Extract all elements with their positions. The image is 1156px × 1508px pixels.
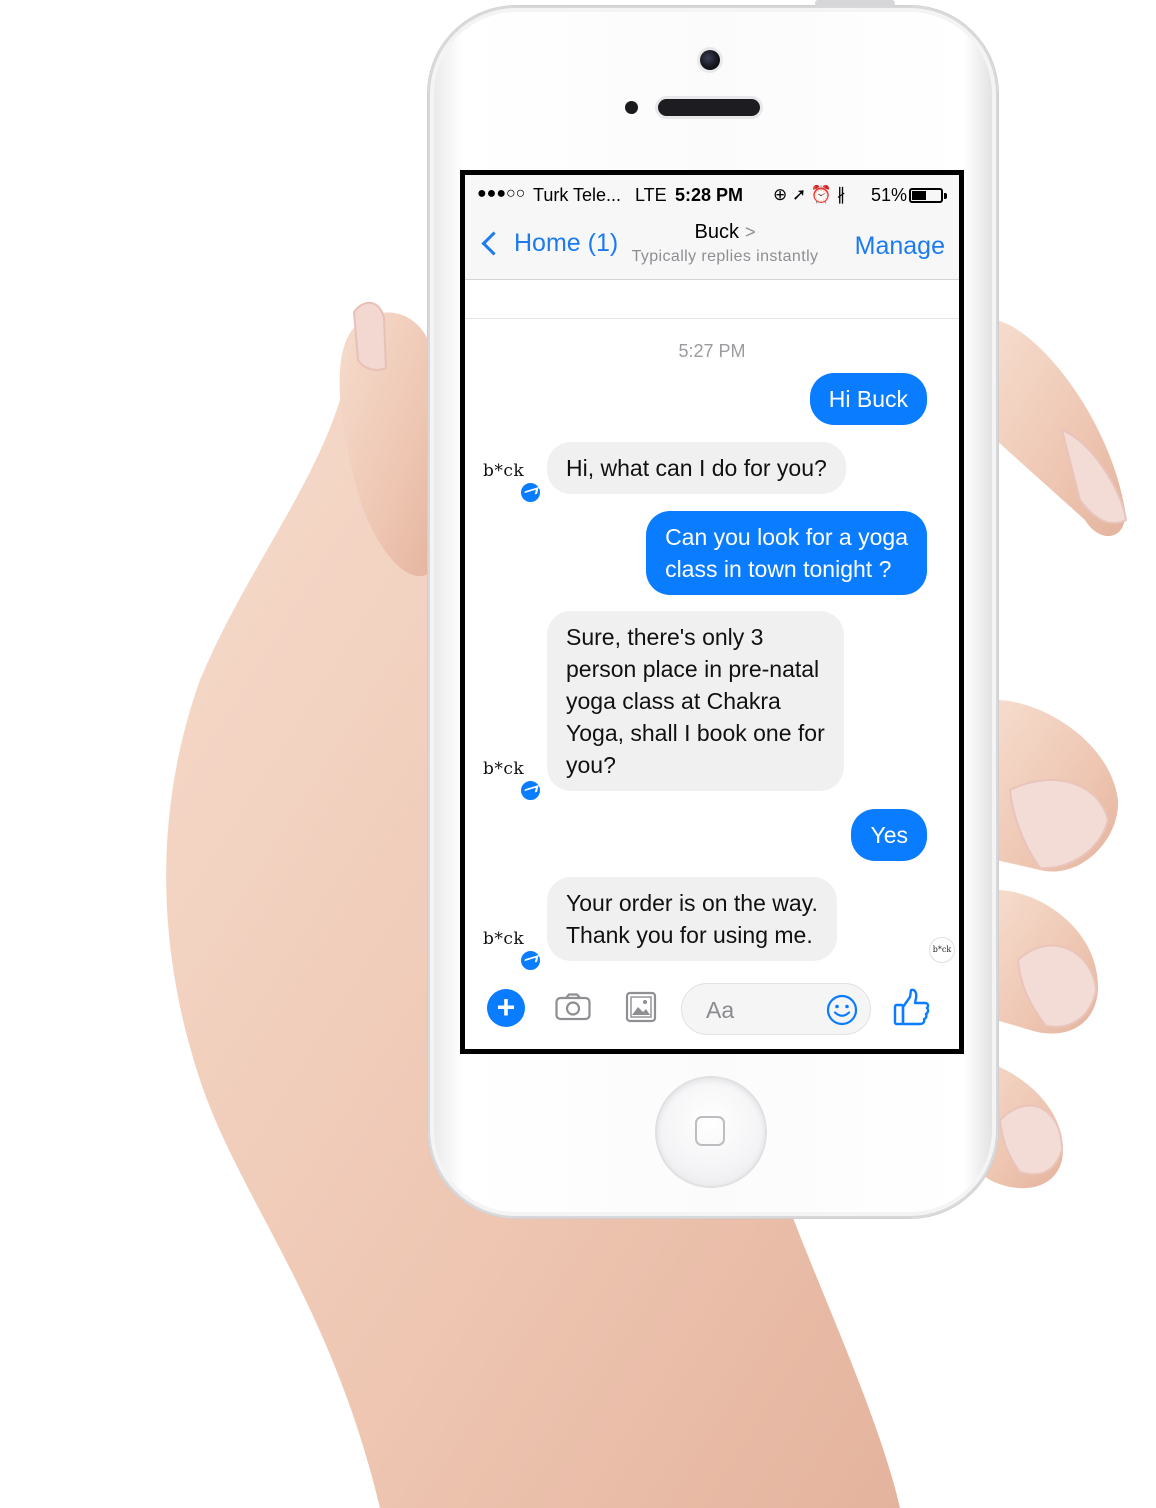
bot-avatar[interactable]: b*ck bbox=[483, 925, 542, 972]
power-button bbox=[815, 0, 895, 6]
back-button[interactable]: Home (1) bbox=[479, 229, 618, 258]
carrier-name: Turk Tele... bbox=[533, 185, 622, 205]
message-incoming[interactable]: Your order is on the way. Thank you for … bbox=[547, 877, 837, 961]
earpiece-speaker bbox=[658, 99, 760, 116]
thumbs-up-icon[interactable] bbox=[893, 987, 931, 1027]
chevron-left-icon bbox=[481, 231, 506, 256]
home-square-icon bbox=[695, 1116, 725, 1146]
message-incoming[interactable]: Hi, what can I do for you? bbox=[547, 442, 846, 494]
front-camera-icon bbox=[700, 50, 720, 70]
thread-timestamp: 5:27 PM bbox=[678, 341, 746, 361]
message-incoming[interactable]: Sure, there's only 3 person place in pre… bbox=[547, 611, 844, 791]
message-composer: + bbox=[465, 975, 959, 1049]
message-input[interactable] bbox=[704, 996, 818, 1024]
conversation-header: Home (1) Buck > Typically replies instant… bbox=[465, 215, 959, 280]
battery-icon bbox=[909, 188, 943, 203]
bot-avatar-logo: b*ck bbox=[483, 461, 525, 481]
phone-screen: ●●●○○ Turk Tele... LTE 5:28 PM ⊕ ➚ ⏰ ∦ 5… bbox=[460, 170, 964, 1054]
messenger-icon bbox=[519, 949, 542, 972]
battery-percent: 51% bbox=[871, 185, 908, 205]
emoji-icon[interactable] bbox=[826, 994, 858, 1026]
plus-icon[interactable]: + bbox=[487, 989, 525, 1027]
back-label: Home (1) bbox=[514, 229, 619, 257]
message-outgoing[interactable]: Can you look for a yoga class in town to… bbox=[646, 511, 927, 595]
status-time: 5:28 PM bbox=[675, 185, 744, 205]
status-icons: ⊕ ➚ ⏰ ∦ bbox=[773, 185, 846, 204]
seen-avatar: b*ck bbox=[929, 937, 955, 963]
manage-button[interactable]: Manage bbox=[855, 232, 945, 261]
messenger-app: ●●●○○ Turk Tele... LTE 5:28 PM ⊕ ➚ ⏰ ∦ 5… bbox=[465, 175, 959, 1049]
bot-avatar[interactable]: b*ck bbox=[483, 755, 542, 802]
messenger-icon bbox=[519, 481, 542, 504]
proximity-sensor bbox=[625, 101, 638, 114]
battery-level bbox=[912, 191, 926, 200]
status-bar: ●●●○○ Turk Tele... LTE 5:28 PM ⊕ ➚ ⏰ ∦ 5… bbox=[465, 175, 959, 215]
message-outgoing[interactable]: Yes bbox=[851, 809, 927, 861]
image-icon[interactable] bbox=[625, 991, 657, 1023]
contact-name: Buck bbox=[694, 221, 739, 243]
message-outgoing[interactable]: Hi Buck bbox=[809, 373, 927, 425]
network-type: LTE bbox=[635, 185, 667, 205]
signal-strength-icon: ●●●○○ bbox=[477, 185, 526, 202]
message-input-container bbox=[681, 983, 871, 1035]
camera-icon[interactable] bbox=[555, 993, 591, 1021]
thread-divider bbox=[465, 318, 959, 319]
bot-avatar-logo: b*ck bbox=[483, 759, 525, 779]
contact-subtitle: Typically replies instantly bbox=[631, 248, 819, 265]
contact-name-row: Buck > bbox=[615, 221, 835, 244]
battery-cap bbox=[944, 193, 947, 199]
chevron-right-icon: > bbox=[744, 222, 756, 242]
contact-info[interactable]: Buck > Typically replies instantly bbox=[615, 221, 835, 266]
home-button[interactable] bbox=[657, 1078, 765, 1186]
bot-avatar[interactable]: b*ck bbox=[483, 457, 542, 504]
bot-avatar-logo: b*ck bbox=[483, 929, 525, 949]
messenger-icon bbox=[519, 779, 542, 802]
